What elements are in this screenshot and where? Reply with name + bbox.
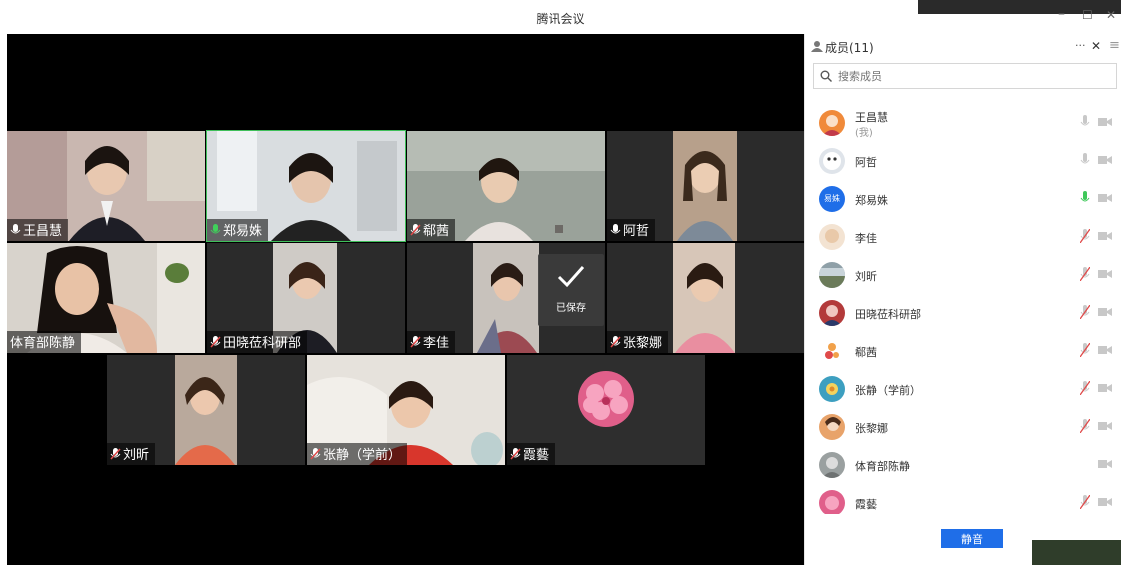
check-icon — [557, 266, 585, 288]
participant-label: 郗茜 — [407, 219, 456, 241]
person-icon — [811, 41, 823, 52]
member-row[interactable]: 郗茜 — [805, 332, 1121, 370]
mic-muted-icon[interactable] — [1080, 229, 1090, 243]
member-row[interactable]: 王昌慧 (我) — [805, 104, 1121, 142]
member-name: 阿哲 — [855, 156, 877, 169]
video-tile[interactable]: 张静（学前） — [307, 355, 505, 465]
participant-label: 霞藝 — [507, 443, 556, 465]
participant-label: 郑易姝 — [207, 219, 269, 241]
search-input[interactable] — [836, 67, 1110, 85]
member-name: 郗茜 — [855, 346, 877, 359]
saved-toast: 已保存 — [538, 254, 604, 326]
video-tile[interactable]: 田晓莅科研部 — [207, 243, 405, 353]
member-name: 张静（学前） — [855, 384, 921, 397]
member-search[interactable] — [813, 63, 1117, 89]
search-icon — [820, 70, 832, 82]
mic-muted-icon[interactable] — [1080, 343, 1090, 357]
avatar: 易姝 — [819, 186, 845, 212]
member-list: 王昌慧 (我) 阿哲 易姝 郑易姝 李佳 刘昕 田晓莅科研部 郗茜 张静（学前）… — [805, 104, 1121, 514]
toast-text: 已保存 — [556, 303, 586, 314]
video-tile[interactable]: 霞藝 — [507, 355, 705, 465]
participant-label: 体育部陈静 — [7, 331, 82, 353]
participant-label: 张静（学前） — [307, 443, 408, 465]
avatar — [819, 148, 845, 174]
mic-muted-icon[interactable] — [1080, 495, 1090, 509]
video-tile[interactable]: 郗茜 — [407, 131, 605, 241]
mic-off-icon[interactable] — [1080, 153, 1090, 167]
corner-overlay — [1032, 540, 1121, 565]
camera-off-icon[interactable] — [1098, 459, 1112, 469]
member-name: 体育部陈静 — [855, 460, 910, 473]
camera-off-icon[interactable] — [1098, 307, 1112, 317]
member-row[interactable]: 阿哲 — [805, 142, 1121, 180]
video-tile[interactable]: 王昌慧 — [7, 131, 205, 241]
avatar — [819, 224, 845, 250]
participant-label: 刘昕 — [107, 443, 156, 465]
panel-close-icon[interactable]: ✕ — [1091, 39, 1101, 53]
avatar — [819, 452, 845, 478]
title-bar: 腾讯会议 – ☐ ✕ — [0, 0, 1121, 34]
more-icon[interactable]: ··· — [1075, 39, 1086, 52]
member-row[interactable]: 霞藝 — [805, 484, 1121, 514]
member-name: 霞藝 — [855, 498, 877, 511]
member-row[interactable]: 体育部陈静 — [805, 446, 1121, 484]
maximize-icon[interactable]: ☐ — [1082, 8, 1093, 22]
participant-label: 田晓莅科研部 — [207, 331, 308, 353]
video-tile[interactable]: 体育部陈静 — [7, 243, 205, 353]
video-tile[interactable]: 郑易姝 — [206, 130, 406, 242]
members-panel: 成员(11) ··· ✕ ≡ 王昌慧 (我) 阿哲 易姝 郑易姝 — [804, 34, 1121, 565]
members-title: 成员(11) — [825, 41, 874, 55]
avatar — [819, 376, 845, 402]
avatar — [819, 490, 845, 514]
avatar — [819, 300, 845, 326]
video-tile[interactable]: 阿哲 — [607, 131, 804, 241]
member-name: 李佳 — [855, 232, 877, 245]
member-self-tag: (我) — [855, 128, 873, 139]
member-row[interactable]: 田晓莅科研部 — [805, 294, 1121, 332]
mic-muted-icon[interactable] — [1080, 419, 1090, 433]
member-name: 张黎娜 — [855, 422, 888, 435]
member-name: 田晓莅科研部 — [855, 308, 921, 321]
camera-off-icon[interactable] — [1098, 193, 1112, 203]
camera-off-icon[interactable] — [1098, 421, 1112, 431]
camera-off-icon[interactable] — [1098, 155, 1112, 165]
member-row[interactable]: 张黎娜 — [805, 408, 1121, 446]
member-name: 郑易姝 — [855, 194, 888, 207]
video-stage: 王昌慧 郑易姝 郗茜 阿哲 体育部陈静 田晓莅科研部 李佳 张黎娜 刘昕 张静（… — [7, 34, 804, 565]
camera-off-icon[interactable] — [1098, 345, 1112, 355]
participant-label: 李佳 — [407, 331, 456, 353]
camera-off-icon[interactable] — [1098, 269, 1112, 279]
member-row[interactable]: 易姝 郑易姝 — [805, 180, 1121, 218]
camera-off-icon[interactable] — [1098, 497, 1112, 507]
mic-off-icon[interactable] — [1080, 115, 1090, 129]
member-row[interactable]: 刘昕 — [805, 256, 1121, 294]
participant-label: 王昌慧 — [7, 219, 69, 241]
video-tile[interactable]: 刘昕 — [107, 355, 305, 465]
member-row[interactable]: 李佳 — [805, 218, 1121, 256]
video-tile[interactable]: 张黎娜 — [607, 243, 804, 353]
mute-all-button[interactable]: 静音 — [941, 529, 1003, 548]
close-icon[interactable]: ✕ — [1106, 8, 1116, 22]
camera-off-icon[interactable] — [1098, 117, 1112, 127]
mic-on-icon[interactable] — [1080, 191, 1090, 205]
avatar — [819, 414, 845, 440]
member-name: 王昌慧 — [855, 111, 888, 124]
camera-off-icon[interactable] — [1098, 383, 1112, 393]
member-row[interactable]: 张静（学前） — [805, 370, 1121, 408]
participant-label: 阿哲 — [607, 219, 656, 241]
camera-off-icon[interactable] — [1098, 231, 1112, 241]
mic-muted-icon[interactable] — [1080, 305, 1090, 319]
panel-menu-icon[interactable]: ≡ — [1109, 38, 1120, 53]
minimize-icon[interactable]: – — [1058, 6, 1065, 22]
member-name: 刘昕 — [855, 270, 877, 283]
participant-label: 张黎娜 — [607, 331, 669, 353]
members-header: 成员(11) ··· ✕ ≡ — [805, 34, 1121, 58]
avatar — [819, 262, 845, 288]
avatar — [819, 338, 845, 364]
mic-muted-icon[interactable] — [1080, 267, 1090, 281]
mic-muted-icon[interactable] — [1080, 381, 1090, 395]
avatar — [819, 110, 845, 136]
